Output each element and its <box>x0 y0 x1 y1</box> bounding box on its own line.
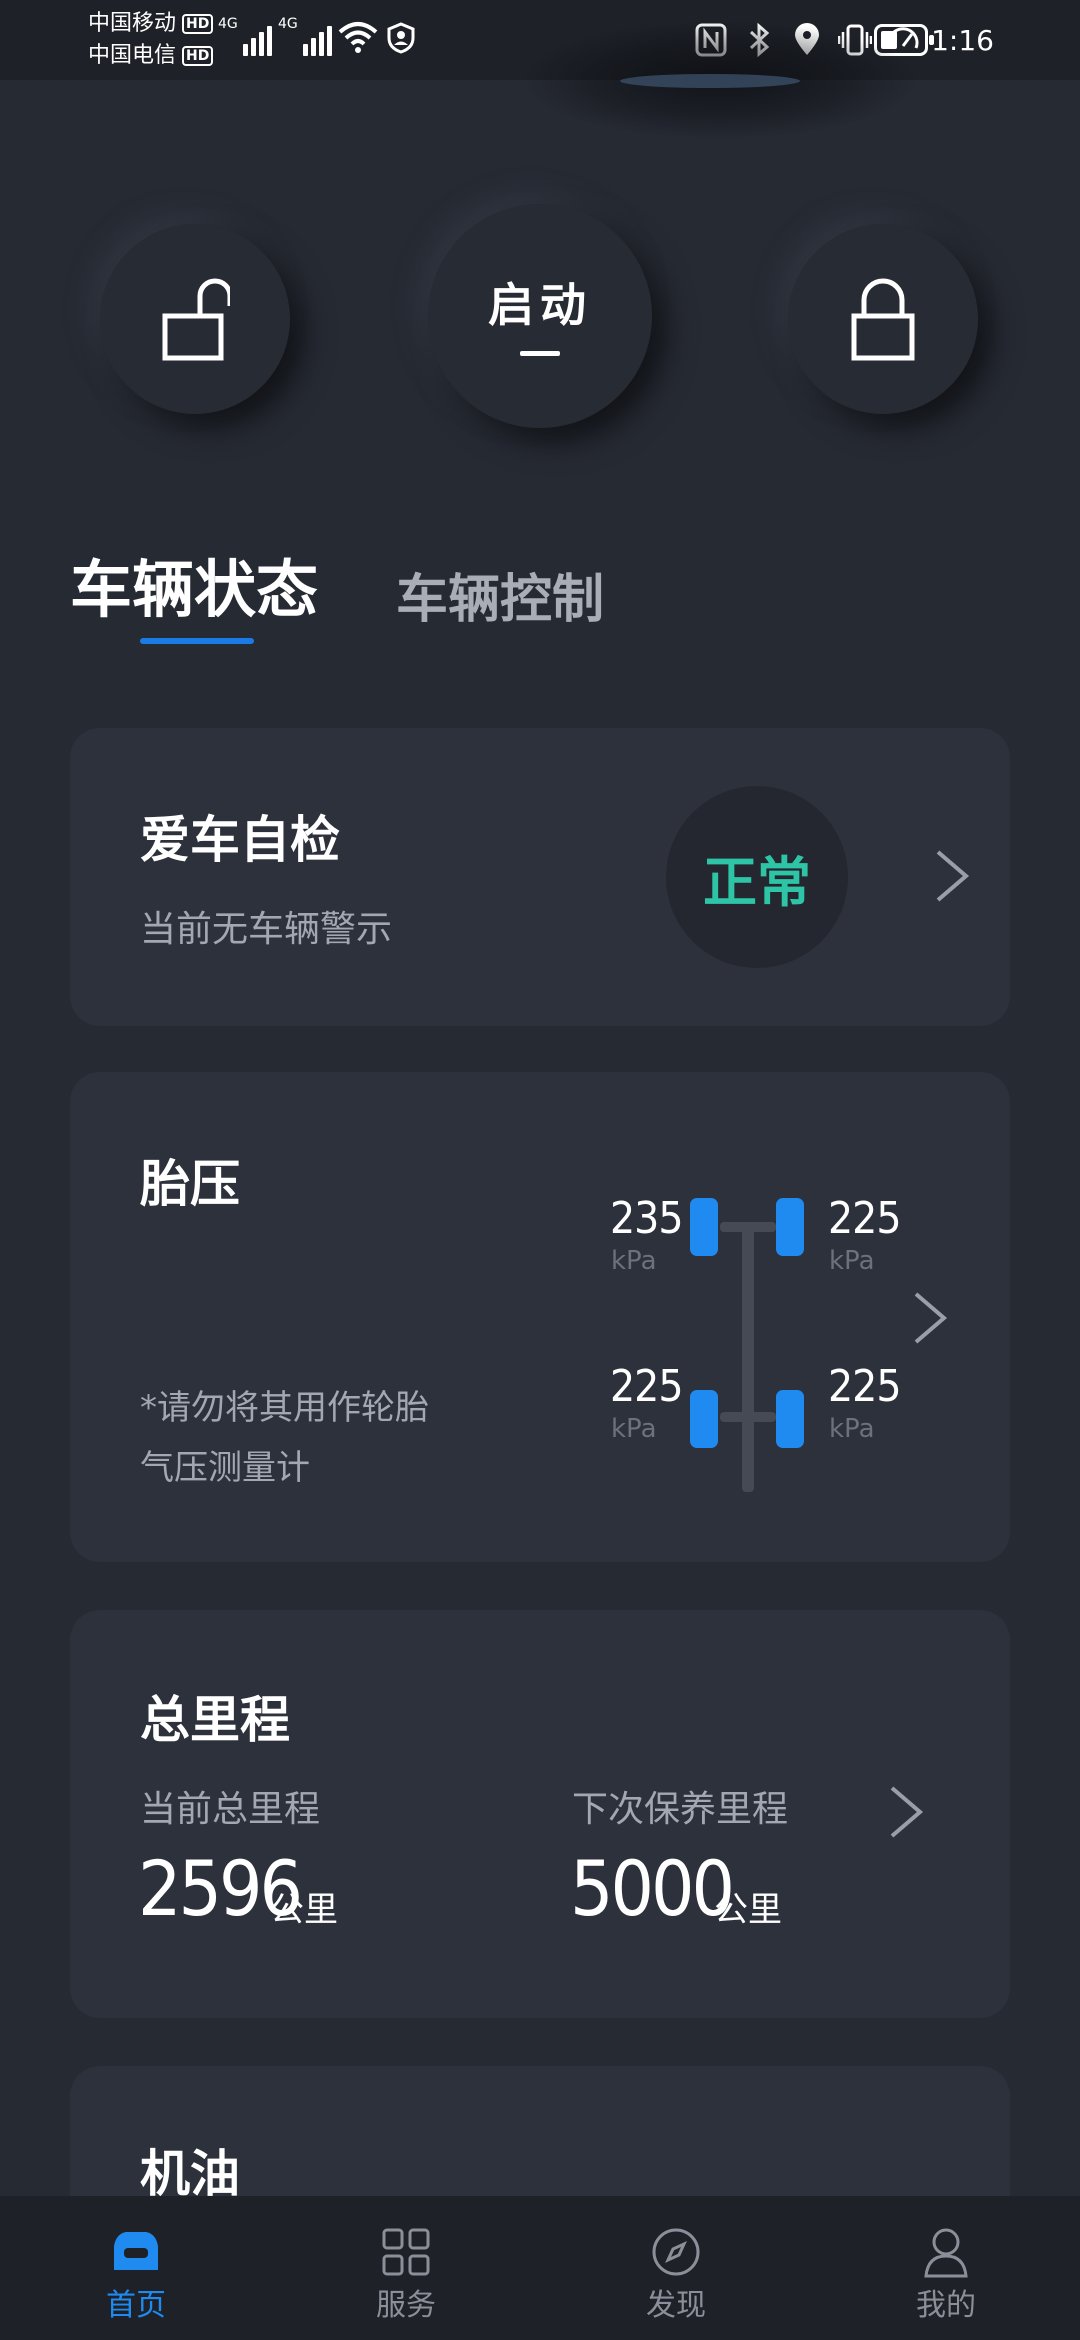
privacy-icon <box>387 22 415 54</box>
car-image-edge <box>620 74 800 88</box>
rear-left-wheel <box>690 1390 718 1448</box>
tab-indicator <box>140 638 254 644</box>
hd-badge-1: HD <box>182 14 214 34</box>
rear-right-unit: kPa <box>829 1414 875 1444</box>
chevron-right-icon[interactable] <box>910 1290 950 1346</box>
tire-pressure-note-line1: *请勿将其用作轮胎 <box>140 1388 429 1428</box>
self-check-subtitle: 当前无车辆警示 <box>140 909 393 950</box>
nav-services[interactable]: 服务 <box>326 2196 486 2340</box>
rear-left-unit: kPa <box>611 1414 657 1444</box>
nav-home[interactable]: 首页 <box>56 2196 216 2340</box>
mileage-card[interactable]: 总里程 当前总里程 2596 公里 下次保养里程 5000 公里 <box>70 1610 1010 2018</box>
bottom-nav: 首页 服务 发现 我的 <box>0 2196 1080 2340</box>
next-service-value: 5000 <box>570 1844 735 1933</box>
signal-1-icon: 4G <box>218 16 272 56</box>
clock: 1:16 <box>931 24 994 57</box>
chevron-right-icon[interactable] <box>886 1784 926 1840</box>
person-icon <box>924 2228 968 2278</box>
tire-pressure-title: 胎压 <box>140 1155 240 1213</box>
grid-icon <box>382 2228 430 2276</box>
app-screen: 中国移动 HD 中国电信 HD 4G 4G 1:16 启动 车辆状态 车辆控制 … <box>0 0 1080 2340</box>
current-mileage-label: 当前总里程 <box>140 1789 321 1830</box>
network-type-1: 4G <box>218 16 238 32</box>
tab-vehicle-status[interactable]: 车辆状态 <box>70 550 318 630</box>
front-left-wheel <box>690 1198 718 1256</box>
compass-icon <box>652 2228 700 2276</box>
tire-pressure-note-line2: 气压测量计 <box>140 1448 310 1488</box>
unlock-button[interactable] <box>100 224 290 414</box>
carrier-2-name: 中国电信 <box>88 43 177 68</box>
hd-badge-2: HD <box>182 46 214 66</box>
tab-vehicle-control[interactable]: 车辆控制 <box>396 560 604 640</box>
nav-services-label: 服务 <box>376 2288 436 2323</box>
start-label: 启动 <box>488 277 592 332</box>
mileage-title: 总里程 <box>140 1691 290 1749</box>
rear-axle <box>720 1412 776 1422</box>
next-service-label: 下次保养里程 <box>572 1789 789 1830</box>
nav-discover[interactable]: 发现 <box>596 2196 756 2340</box>
tire-pressure-card[interactable]: 胎压 *请勿将其用作轮胎 气压测量计 235 kPa 225 kPa 225 k… <box>70 1072 1010 1562</box>
chevron-right-icon[interactable] <box>932 848 972 904</box>
car-home-icon <box>114 2232 158 2270</box>
front-left-unit: kPa <box>611 1246 657 1276</box>
self-check-card[interactable]: 爱车自检 当前无车辆警示 正常 <box>70 728 1010 1026</box>
unlock-icon <box>162 278 230 361</box>
current-mileage-unit: 公里 <box>270 1890 338 1930</box>
carrier-2: 中国电信 HD <box>88 42 214 70</box>
next-service-unit: 公里 <box>714 1890 782 1930</box>
nav-profile[interactable]: 我的 <box>866 2196 1026 2340</box>
rear-left-pressure: 225 <box>610 1361 684 1412</box>
lock-icon <box>851 278 915 361</box>
front-right-unit: kPa <box>829 1246 875 1276</box>
nav-profile-label: 我的 <box>916 2288 976 2323</box>
start-indicator <box>520 350 560 356</box>
front-right-wheel <box>776 1198 804 1256</box>
start-engine-button[interactable]: 启动 <box>428 204 652 428</box>
status-badge: 正常 <box>666 786 848 968</box>
rear-right-pressure: 225 <box>828 1361 902 1412</box>
front-left-pressure: 235 <box>610 1193 684 1244</box>
nav-discover-label: 发现 <box>646 2288 706 2323</box>
carrier-1: 中国移动 HD <box>88 10 214 38</box>
network-type-2: 4G <box>278 16 298 32</box>
lock-button[interactable] <box>788 224 978 414</box>
carrier-1-name: 中国移动 <box>88 11 177 36</box>
signal-2-icon: 4G <box>278 16 332 56</box>
nav-home-label: 首页 <box>106 2288 166 2323</box>
rear-right-wheel <box>776 1390 804 1448</box>
front-axle <box>720 1222 776 1232</box>
wifi-icon <box>338 22 378 53</box>
self-check-title: 爱车自检 <box>140 811 340 869</box>
front-right-pressure: 225 <box>828 1193 902 1244</box>
car-axle-frame <box>742 1222 754 1492</box>
